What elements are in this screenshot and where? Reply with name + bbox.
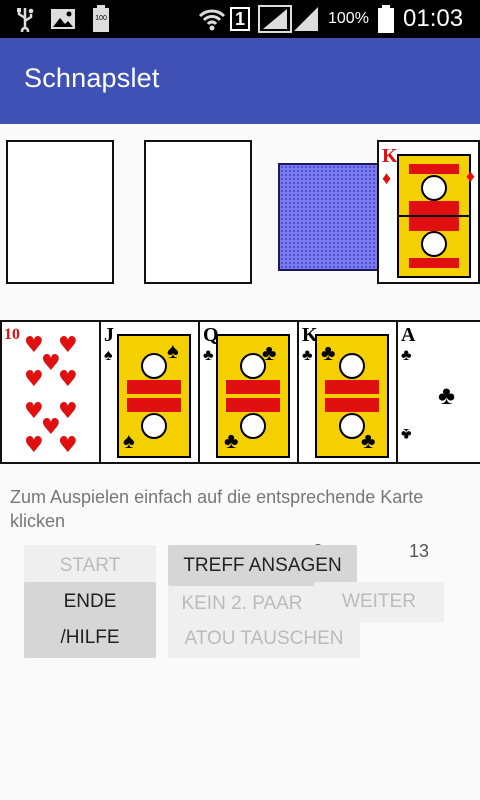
image-icon (50, 0, 76, 38)
svg-text:♥: ♥ (58, 433, 78, 458)
deck-back-card[interactable] (278, 163, 382, 271)
app-bar: Schnapslet (0, 38, 480, 124)
svg-text:♣: ♣ (262, 340, 276, 365)
svg-text:♥: ♥ (58, 333, 78, 358)
end-help-button[interactable]: ENDE /HILFE (24, 582, 156, 658)
weiter-button[interactable]: WEITER (314, 582, 444, 622)
card-rank-label: K (382, 145, 398, 167)
svg-text:♥: ♥ (24, 433, 44, 458)
kein-2-paar-button[interactable]: KEIN 2. PAAR (168, 586, 316, 622)
svg-text:♣: ♣ (361, 428, 375, 453)
app-title: Schnapslet (24, 63, 160, 93)
trump-card[interactable]: K ♦ ♦ (377, 140, 480, 284)
club-icon: ♣ (438, 380, 456, 410)
treff-ansagen-button[interactable]: TREFF ANSAGEN (168, 545, 357, 586)
hand-card-4[interactable]: K ♣ ♣ ♣ (297, 320, 398, 464)
card-rank-label: 10 (4, 326, 20, 343)
battery-small-icon: 100 (92, 0, 110, 38)
card-rank-label: J (104, 324, 114, 346)
score-player: 13 (409, 541, 430, 561)
svg-text:♠: ♠ (167, 338, 179, 363)
sim-badge: 1 (230, 0, 250, 38)
start-button[interactable]: START (24, 545, 156, 587)
signal-icon (258, 0, 320, 38)
club-icon: ♣ (401, 425, 412, 442)
svg-text:♥: ♥ (58, 367, 78, 392)
hand-card-3[interactable]: Q ♣ ♣ ♣ (198, 320, 299, 464)
svg-text:♠: ♠ (123, 428, 135, 453)
king-figure: ♣ ♣ (315, 334, 389, 458)
instruction-text: Zum Auspielen einfach auf die entspreche… (10, 487, 424, 531)
hand-card-2[interactable]: J ♠ ♠ ♠ (99, 320, 200, 464)
hearts-pips: ♥ ♥ ♥ ♥ ♥ ♥ ♥ ♥ ♥ ♥ (24, 333, 78, 458)
clock: 01:03 (403, 5, 464, 32)
hand-card-5[interactable]: A ♣ ♣ ♣ (396, 320, 480, 464)
svg-text:♣: ♣ (321, 340, 335, 365)
played-card-slot-1[interactable] (6, 140, 114, 284)
club-icon: ♣ (401, 347, 412, 364)
svg-text:♥: ♥ (24, 367, 44, 392)
svg-text:♣: ♣ (224, 428, 238, 453)
spade-icon: ♠ (104, 347, 113, 364)
mini-battery-label: 100 (95, 15, 107, 22)
card-rank-label: A (401, 324, 416, 346)
svg-text:♥: ♥ (58, 399, 78, 424)
queen-figure: ♣ ♣ (216, 334, 290, 458)
club-icon: ♣ (203, 347, 214, 364)
club-icon: ♣ (302, 347, 313, 364)
hand-row: 10 ♥ ♥ ♥ ♥ ♥ ♥ ♥ ♥ ♥ ♥ J ♠ ♠ ♠ Q ♣ ♣ ♣ K ♣ (0, 320, 480, 464)
battery-percent: 100% (328, 10, 369, 27)
atou-tauschen-button[interactable]: ATOU TAUSCHEN (168, 620, 360, 658)
diamond-icon: ♦ (382, 168, 392, 188)
battery-icon (378, 0, 394, 38)
status-bar: 100 1 100% 01:03 (0, 0, 480, 38)
jack-figure: ♠ ♠ (117, 334, 191, 458)
hand-card-1[interactable]: 10 ♥ ♥ ♥ ♥ ♥ ♥ ♥ ♥ ♥ ♥ (0, 320, 101, 464)
diamond-icon: ♦ (465, 166, 475, 186)
king-figure (397, 154, 471, 278)
usb-icon (14, 0, 36, 38)
wifi-icon (198, 0, 226, 38)
played-card-slot-2[interactable] (144, 140, 252, 284)
